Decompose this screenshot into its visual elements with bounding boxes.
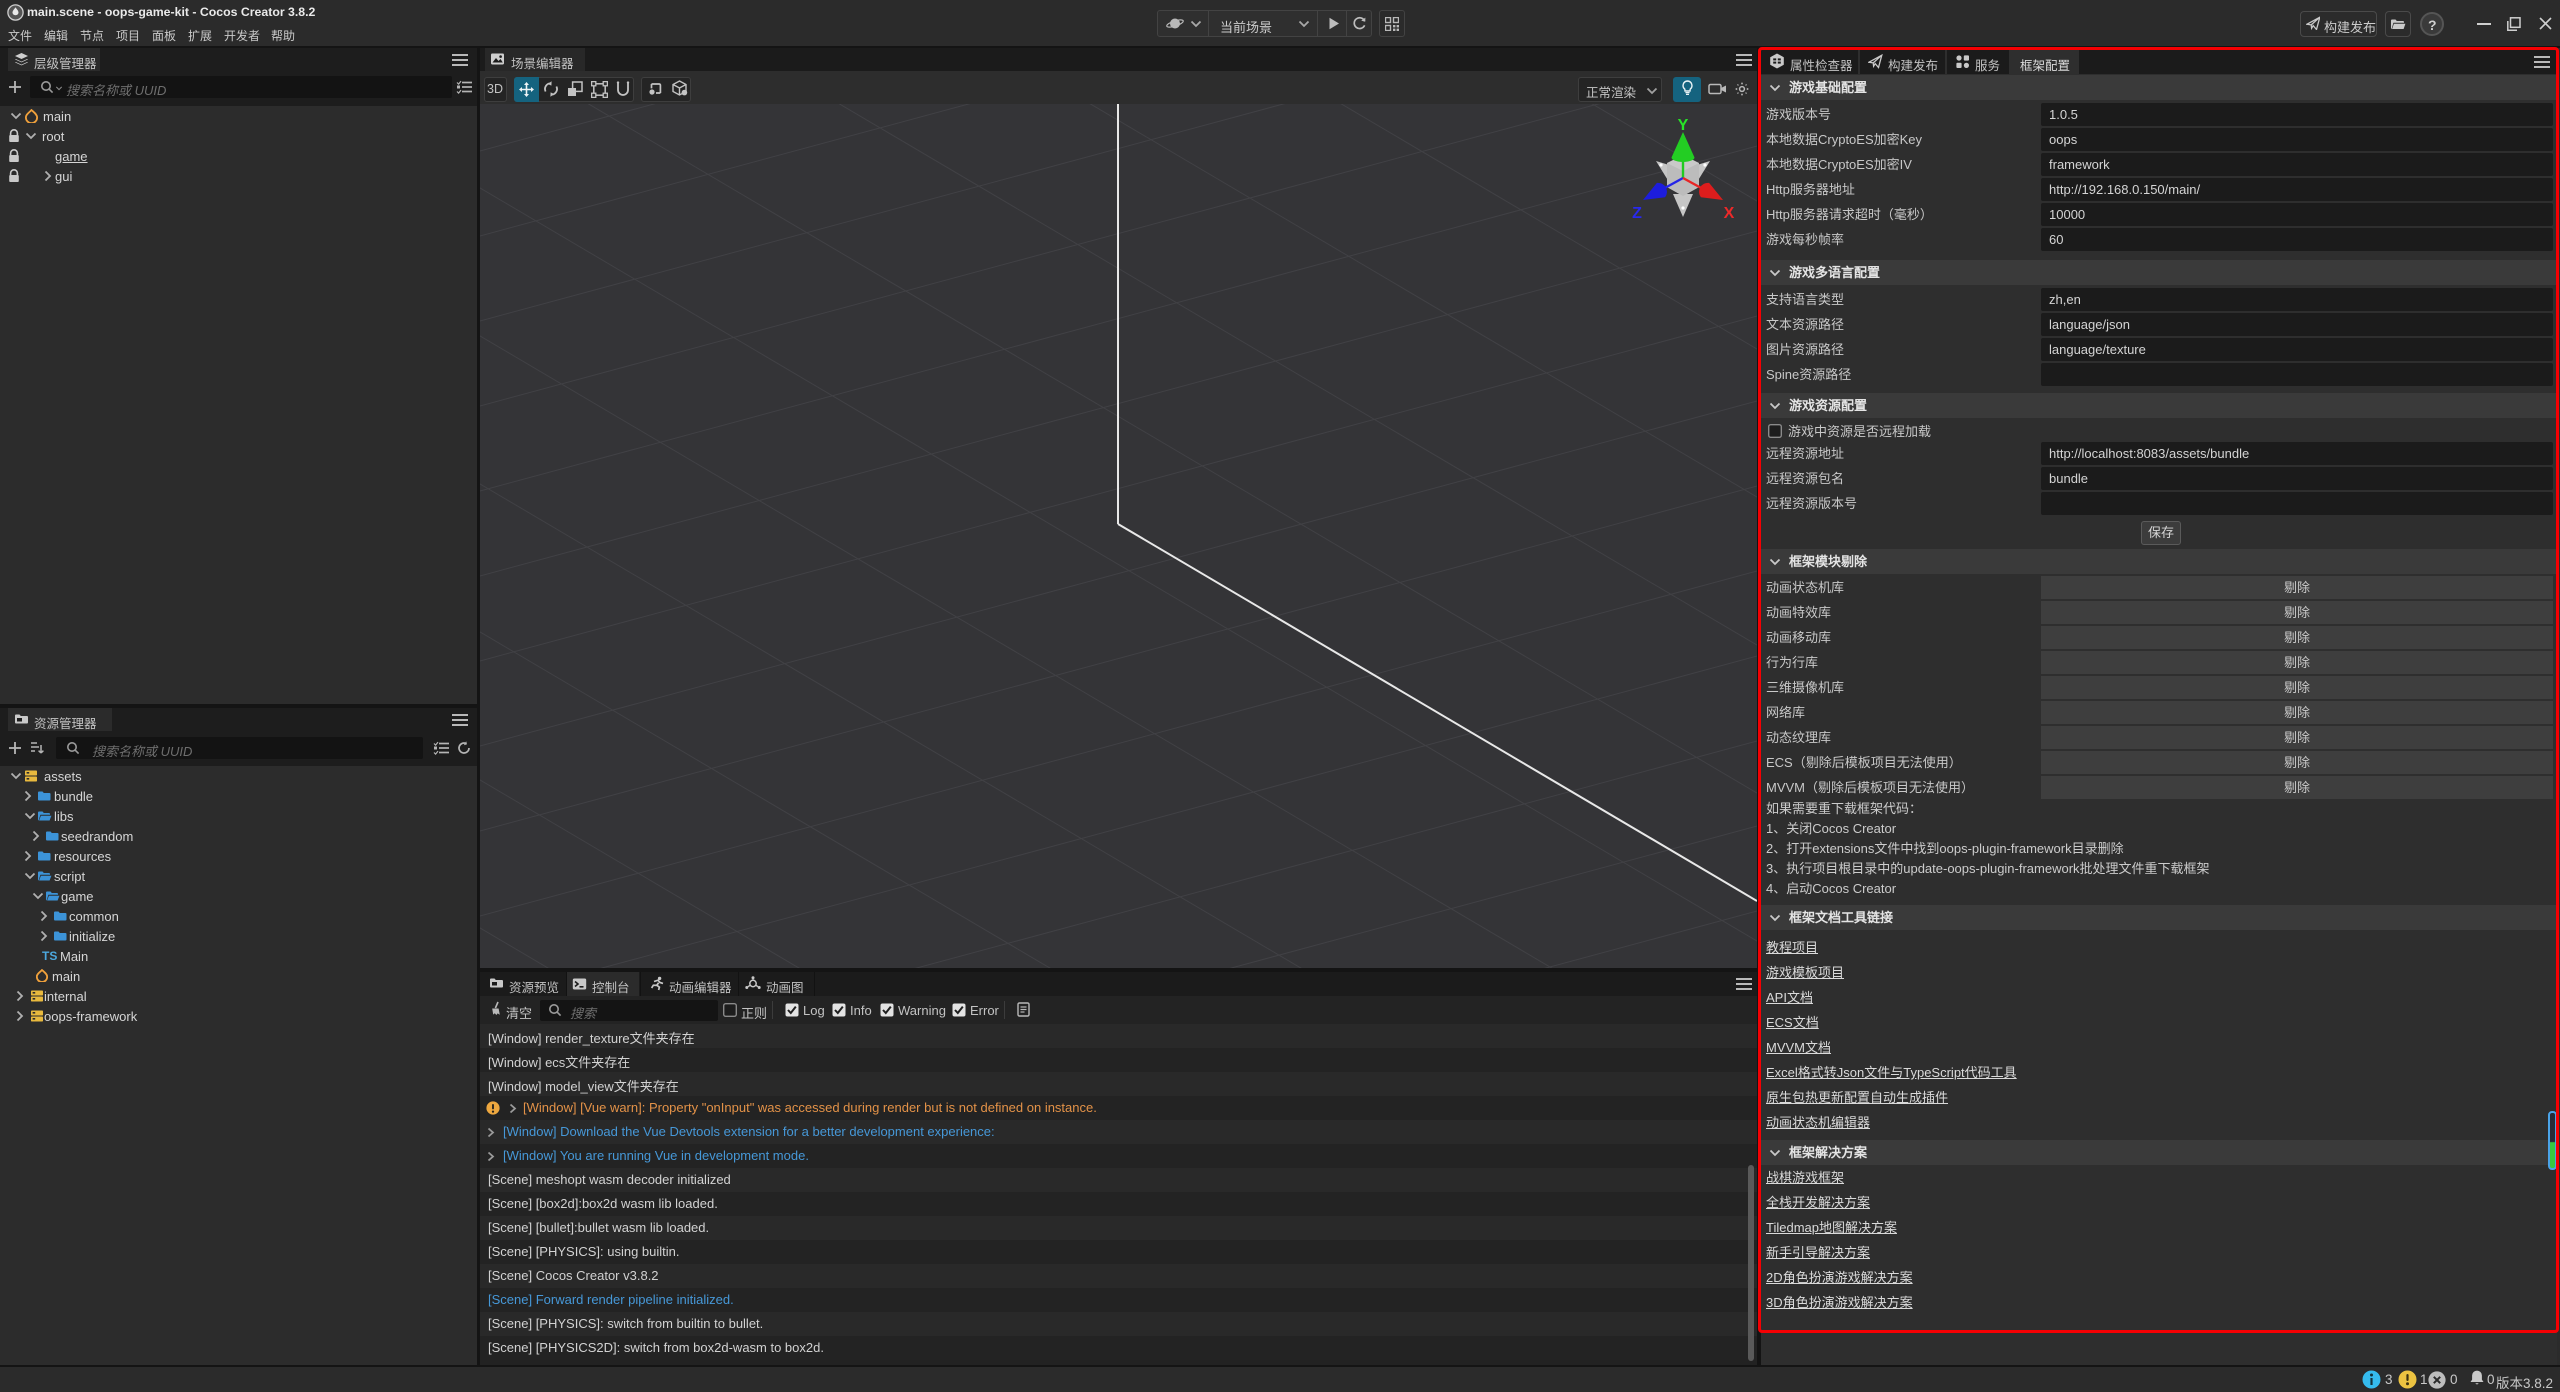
svg-text:Z: Z	[1632, 205, 1642, 222]
svg-text:Y: Y	[1678, 117, 1689, 134]
svg-text:X: X	[1724, 205, 1735, 222]
